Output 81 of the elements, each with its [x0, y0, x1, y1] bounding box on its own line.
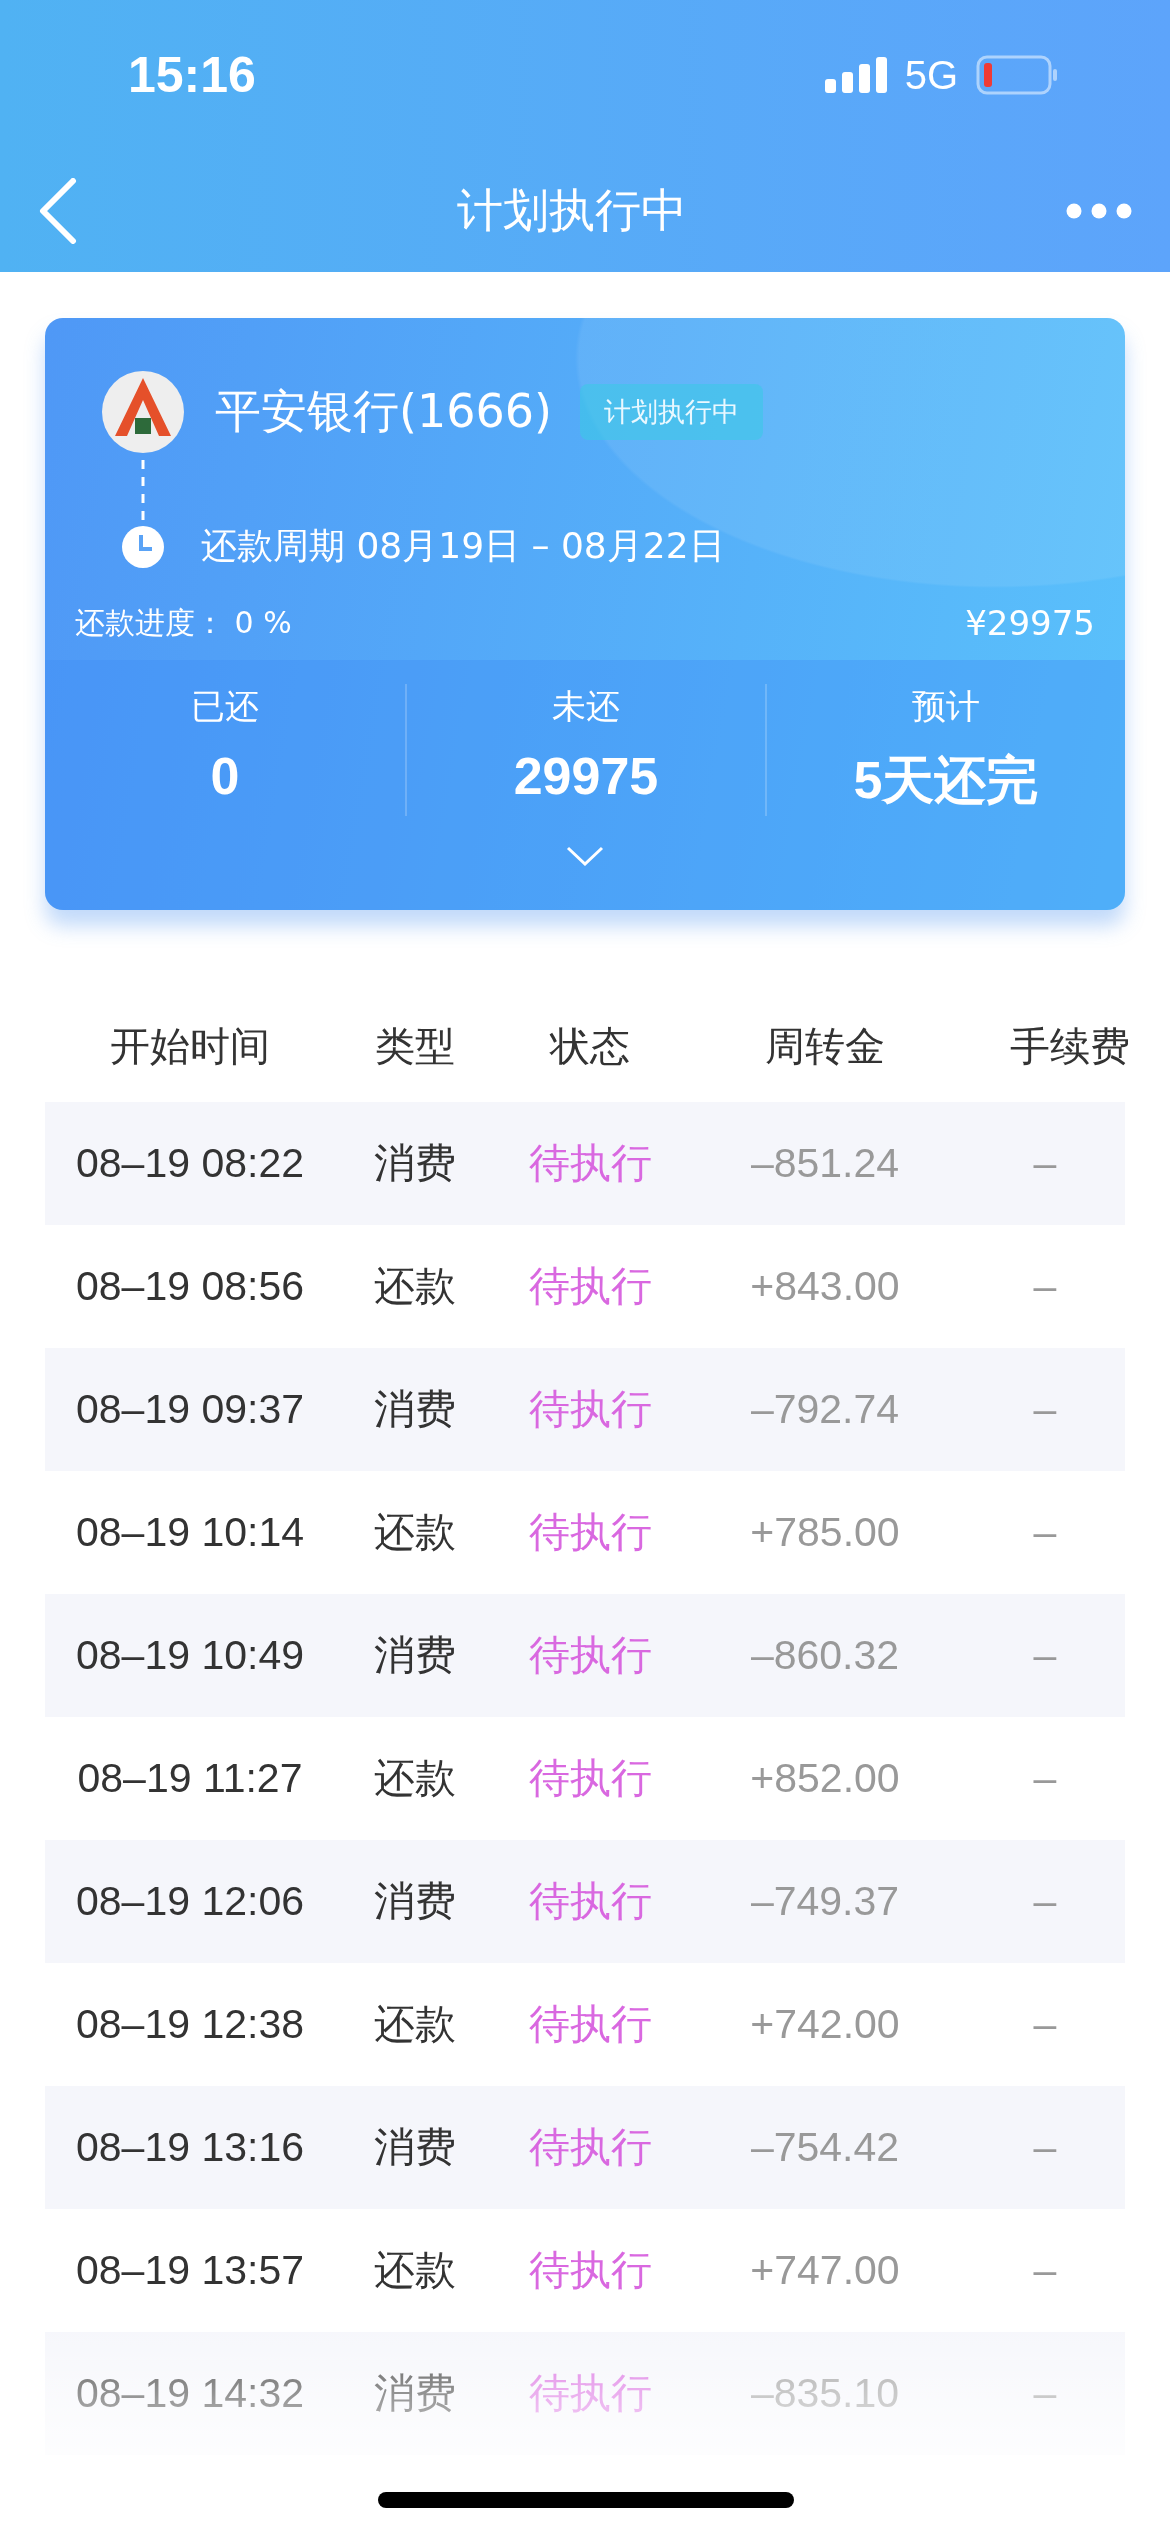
network-label: 5G	[904, 52, 958, 98]
signal-icon	[824, 57, 887, 93]
time-cell-text: 08–19 09:37	[75, 1386, 305, 1433]
fee-cell-text: –	[1032, 2247, 1058, 2294]
stat-value: 5天还完	[853, 750, 1039, 811]
time-cell-text: 08–19 08:56	[75, 1263, 305, 1310]
status-time: 15:16	[128, 46, 256, 104]
type-cell-text: 还款	[373, 1262, 457, 1311]
type-cell-text: 还款	[373, 2000, 457, 2049]
amount-cell-text: –792.74	[749, 1386, 901, 1433]
time-cell-text: 08–19 12:06	[75, 1878, 305, 1925]
type-cell-text: 还款	[373, 1754, 457, 1803]
time-cell-text: 08–19 10:14	[75, 1509, 305, 1556]
status-cell-text: 待执行	[527, 2123, 653, 2172]
fee-cell-text: –	[1032, 1755, 1058, 1802]
fee-cell-text: –	[1032, 2001, 1058, 2048]
fee-cell-text: –	[1032, 1263, 1058, 1310]
column-header: 周转金	[764, 1022, 886, 1070]
stat-label: 已还	[191, 685, 259, 728]
amount-cell-text: –860.32	[749, 1632, 901, 1679]
status-badge: 计划执行中	[579, 384, 763, 440]
fee-cell-text: –	[1032, 2124, 1058, 2171]
type-cell-text: 消费	[373, 1877, 457, 1926]
fee-cell-text: –	[1032, 1140, 1058, 1187]
amount-cell-text: +742.00	[749, 2001, 901, 2048]
time-cell-text: 08–19 10:49	[75, 1632, 305, 1679]
type-cell-text: 还款	[373, 1508, 457, 1557]
fee-cell-text: –	[1032, 1386, 1058, 1433]
status-cell-text: 待执行	[527, 1262, 653, 1311]
column-header: 状态	[548, 1022, 631, 1070]
status-cell-text: 待执行	[527, 2369, 653, 2418]
amount-cell-text: –851.24	[749, 1140, 901, 1187]
stat-value: 0	[210, 746, 240, 806]
expand-chevron-icon[interactable]	[566, 846, 604, 866]
status-cell-text: 待执行	[527, 2000, 653, 2049]
fee-cell-text: –	[1032, 1632, 1058, 1679]
progress-label: 还款进度： 0 %	[75, 604, 292, 642]
fee-cell-text: –	[1032, 1878, 1058, 1925]
status-cell-text: 待执行	[527, 1508, 653, 1557]
amount-cell-text: +747.00	[749, 2247, 901, 2294]
fee-cell-text: –	[1032, 1509, 1058, 1556]
time-cell-text: 08–19 14:32	[75, 2370, 305, 2417]
type-cell-text: 消费	[373, 1139, 457, 1188]
bank-name: 平安银行(1666)	[215, 383, 552, 440]
amount-cell-text: –835.10	[749, 2370, 901, 2417]
total-amount: ¥29975	[965, 603, 1095, 644]
more-button[interactable]	[1066, 203, 1132, 219]
clock-icon	[121, 524, 165, 569]
stat-label: 未还	[552, 685, 620, 728]
time-cell-text: 08–19 13:57	[75, 2247, 305, 2294]
stat-value: 29975	[513, 746, 659, 806]
status-cell-text: 待执行	[527, 1877, 653, 1926]
amount-cell-text: –749.37	[749, 1878, 901, 1925]
type-cell-text: 消费	[373, 2369, 457, 2418]
page-title: 计划执行中	[457, 182, 687, 239]
amount-cell-text: +843.00	[749, 1263, 901, 1310]
time-cell-text: 08–19 12:38	[75, 2001, 305, 2048]
time-cell-text: 08–19 13:16	[75, 2124, 305, 2171]
amount-cell-text: +785.00	[749, 1509, 901, 1556]
status-cell-text: 待执行	[527, 1385, 653, 1434]
type-cell-text: 消费	[373, 1385, 457, 1434]
time-cell-text: 08–19 11:27	[76, 1755, 304, 1802]
type-cell-text: 消费	[373, 1631, 457, 1680]
back-button[interactable]	[38, 178, 78, 244]
status-cell-text: 待执行	[527, 1754, 653, 1803]
amount-cell-text: +852.00	[749, 1755, 901, 1802]
status-cell-text: 待执行	[527, 1631, 653, 1680]
stat-label: 预计	[912, 685, 980, 728]
time-cell-text: 08–19 08:22	[75, 1140, 305, 1187]
repayment-period: 还款周期 08月19日 – 08月22日	[201, 524, 725, 568]
column-header: 类型	[374, 1022, 456, 1070]
column-header: 手续费	[1009, 1022, 1131, 1070]
status-cell-text: 待执行	[527, 2246, 653, 2295]
type-cell-text: 消费	[373, 2123, 457, 2172]
fee-cell-text: –	[1032, 2370, 1058, 2417]
status-cell-text: 待执行	[527, 1139, 653, 1188]
amount-cell-text: –754.42	[749, 2124, 901, 2171]
type-cell-text: 还款	[373, 2246, 457, 2295]
column-header: 开始时间	[109, 1022, 271, 1070]
bank-logo-icon	[101, 370, 185, 454]
battery-icon	[976, 55, 1058, 95]
